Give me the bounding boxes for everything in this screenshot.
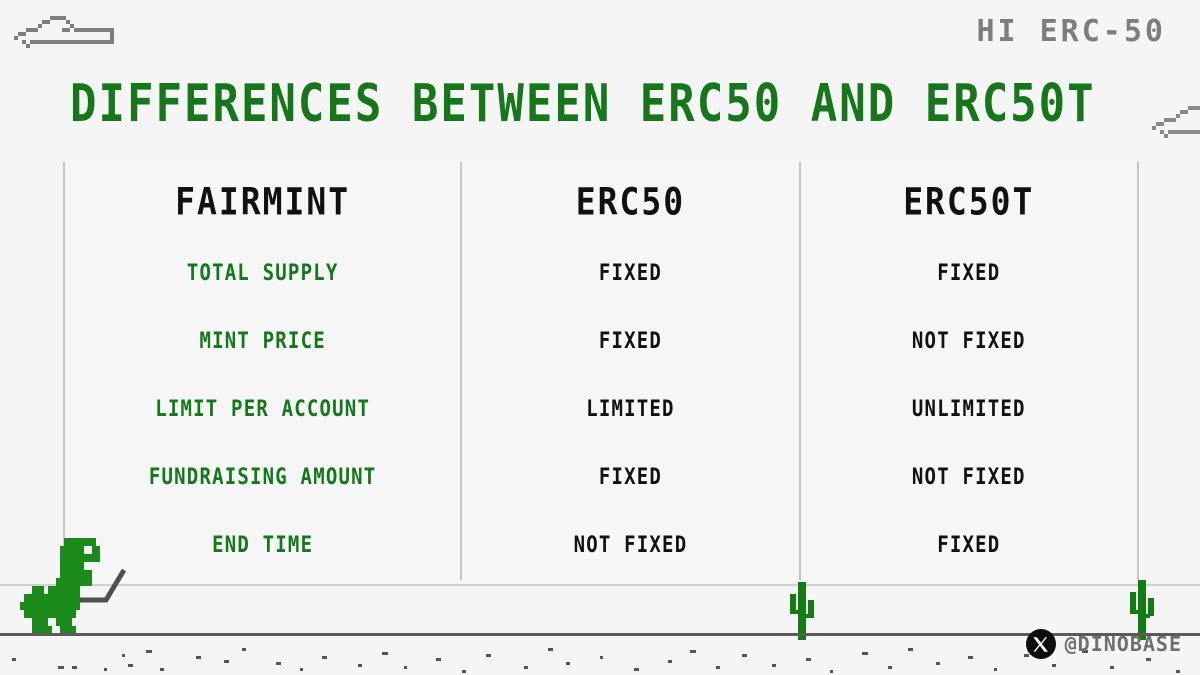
column-header-feature: FAIRMINT xyxy=(62,157,463,245)
watermark[interactable]: @DINOBASE xyxy=(1025,629,1182,659)
row-erc50t-value: FIXED xyxy=(798,232,1140,314)
ground-speckles xyxy=(0,636,1200,675)
cloud-icon xyxy=(6,14,124,62)
row-erc50-value: FIXED xyxy=(460,300,801,382)
poster-canvas: HI ERC-50 DIFFERENCES BETWEEN ERC50 AND … xyxy=(0,0,1200,675)
page-title: DIFFERENCES BETWEEN ERC50 AND ERC50T xyxy=(70,74,1096,135)
table-row: FUNDRAISING AMOUNT FIXED NOT FIXED xyxy=(62,436,1140,518)
row-erc50-value: NOT FIXED xyxy=(460,504,801,586)
table-row: MINT PRICE FIXED NOT FIXED xyxy=(62,300,1140,382)
cloud-icon xyxy=(1148,104,1200,148)
trex-dino-icon xyxy=(16,534,108,634)
x-logo-icon[interactable] xyxy=(1025,629,1056,659)
greeting-text: HI ERC-50 xyxy=(976,14,1166,49)
column-header-erc50: ERC50 xyxy=(460,157,801,245)
table-row: TOTAL SUPPLY FIXED FIXED xyxy=(62,232,1140,314)
table-header-row: FAIRMINT ERC50 ERC50T xyxy=(62,157,1140,245)
row-erc50-value: FIXED xyxy=(460,436,801,518)
comparison-table: FAIRMINT ERC50 ERC50T TOTAL SUPPLY FIXED… xyxy=(62,157,1140,586)
row-feature-label: FUNDRAISING AMOUNT xyxy=(62,436,463,518)
row-erc50-value: LIMITED xyxy=(460,368,801,450)
table-row: END TIME NOT FIXED FIXED xyxy=(62,504,1140,586)
row-erc50t-value: NOT FIXED xyxy=(798,436,1140,518)
watermark-handle[interactable]: @DINOBASE xyxy=(1065,632,1182,656)
row-erc50t-value: UNLIMITED xyxy=(798,368,1140,450)
cactus-icon xyxy=(784,582,818,640)
row-feature-label: LIMIT PER ACCOUNT xyxy=(62,368,463,450)
row-feature-label: MINT PRICE xyxy=(62,300,463,382)
column-header-erc50t: ERC50T xyxy=(798,157,1140,245)
horizon-line xyxy=(0,584,1200,586)
row-erc50-value: FIXED xyxy=(460,232,801,314)
table-row: LIMIT PER ACCOUNT LIMITED UNLIMITED xyxy=(62,368,1140,450)
row-feature-label: TOTAL SUPPLY xyxy=(62,232,463,314)
row-erc50t-value: FIXED xyxy=(798,504,1140,586)
row-erc50t-value: NOT FIXED xyxy=(798,300,1140,382)
